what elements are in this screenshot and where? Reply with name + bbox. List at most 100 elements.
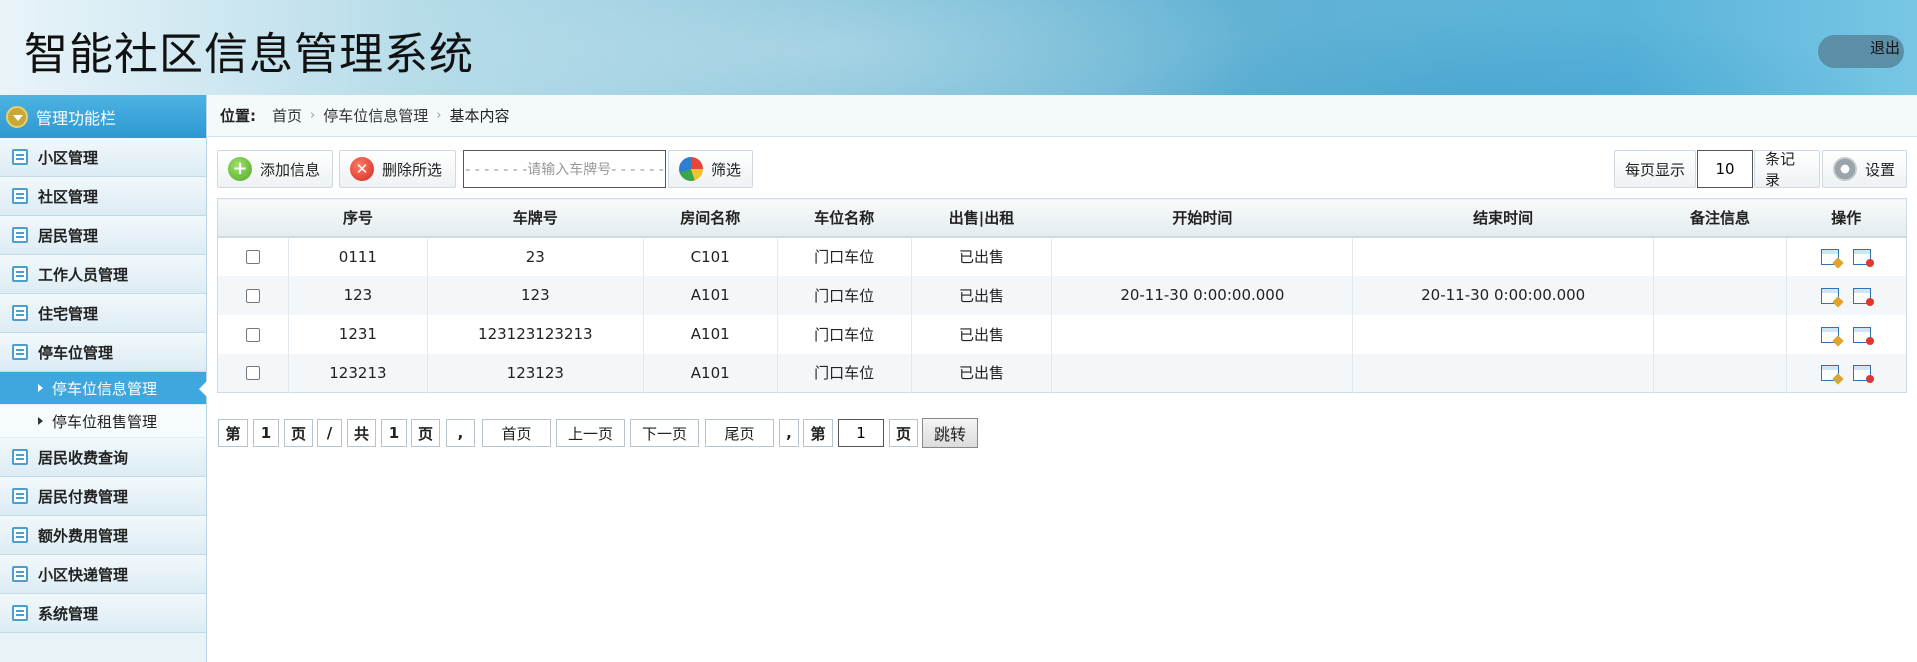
sidebar-item-label: 社区管理 [38,187,99,206]
edit-window-icon[interactable] [1821,365,1840,382]
pager-ye2: 页 [411,419,440,447]
cell-spot: 门口车位 [777,353,912,393]
cell-spot: 门口车位 [777,314,912,354]
plus-circle-icon: + [228,157,252,181]
cell-end [1352,353,1655,393]
per-page-suffix-box: 条记录 [1754,150,1820,189]
cell-room: A101 [643,353,778,393]
sidebar-item-label: 居民付费管理 [38,487,129,506]
collapse-arrow-icon [6,105,28,128]
app-header: 智能社区信息管理系统 退出 [0,0,1917,95]
per-page-prefix: 每页显示 [1625,160,1686,179]
sidebar-subitem-parking-rental[interactable]: 停车位租售管理 [0,405,206,438]
chevron-right-icon: › [436,108,442,123]
cell-note [1653,353,1787,393]
sidebar-item-express[interactable]: 小区快递管理 [0,555,206,594]
delete-window-icon[interactable] [1853,326,1875,345]
calendar-icon [12,266,28,282]
delete-window-icon[interactable] [1853,287,1875,306]
sidebar-item-residents[interactable]: 居民管理 [0,216,206,255]
pager-jump-input[interactable] [838,419,884,447]
row-checkbox[interactable] [245,327,260,342]
cell-room: C101 [643,236,778,276]
per-page-input[interactable] [1697,150,1753,188]
sidebar-item-label: 工作人员管理 [38,265,129,284]
header-note: 备注信息 [1653,198,1787,238]
delete-selected-button[interactable]: ✕ 删除所选 [339,150,456,188]
delete-selected-label: 删除所选 [382,160,443,179]
add-info-button[interactable]: + 添加信息 [217,150,333,188]
sidebar-item-community[interactable]: 社区管理 [0,177,206,216]
sidebar-item-extra-fees[interactable]: 额外费用管理 [0,516,206,555]
sidebar-heading-label: 管理功能栏 [36,108,117,128]
header-status: 出售|出租 [911,198,1052,238]
cell-plate: 23 [427,236,644,276]
breadcrumb-parking-info[interactable]: 停车位信息管理 [323,105,428,126]
header-spot: 车位名称 [777,198,912,238]
header-actions: 操作 [1786,198,1907,238]
cell-start: 20-11-30 0:00:00.000 [1051,275,1354,315]
sidebar-subitem-parking-info[interactable]: 停车位信息管理 [0,372,207,405]
pager-last-button[interactable]: 尾页 [705,419,774,447]
row-checkbox[interactable] [245,250,260,264]
logout-button[interactable]: 退出 [1818,35,1904,68]
row-checkbox[interactable] [245,288,260,303]
sidebar-item-system[interactable]: 系统管理 [0,594,206,633]
cell-plate: 123123 [427,353,644,393]
table-row: 123 123 A101 门口车位 已出售 20-11-30 0:00:00.0… [217,275,1907,315]
pager-prev-button[interactable]: 上一页 [556,419,625,447]
cell-status: 已出售 [911,236,1053,276]
sidebar-heading[interactable]: 管理功能栏 [0,95,206,138]
sidebar: 管理功能栏 小区管理 社区管理 居民管理 工作人员管理 住宅管理 停车位管理 停… [0,95,207,662]
pager-di2: 第 [803,419,833,447]
bullet-arrow-icon [38,384,43,392]
parking-table: 序号 车牌号 房间名称 车位名称 出售|出租 开始时间 结束时间 备注信息 操作… [217,198,1907,393]
delete-window-icon[interactable] [1853,249,1875,267]
cell-id: 1231 [288,314,428,354]
cell-end [1352,236,1655,276]
add-info-label: 添加信息 [260,160,321,179]
sidebar-item-staff[interactable]: 工作人员管理 [0,255,206,294]
calendar-icon [12,488,28,504]
sidebar-item-payment[interactable]: 居民付费管理 [0,477,206,516]
x-circle-icon: ✕ [350,157,374,181]
delete-window-icon[interactable] [1853,365,1875,384]
pager-next-button[interactable]: 下一页 [630,419,699,447]
calendar-icon [12,605,28,621]
pager-first-button[interactable]: 首页 [482,419,551,447]
sidebar-item-housing[interactable]: 住宅管理 [0,294,206,333]
filter-label: 筛选 [711,160,742,179]
sidebar-item-community-area[interactable]: 小区管理 [0,138,206,177]
cell-plate: 123 [427,275,644,315]
gear-icon [1833,157,1857,181]
cell-actions [1786,275,1907,315]
table-header-row: 序号 车牌号 房间名称 车位名称 出售|出租 开始时间 结束时间 备注信息 操作 [217,198,1907,238]
app-title: 智能社区信息管理系统 [24,29,474,80]
breadcrumb-label: 位置: [220,107,256,125]
sidebar-item-parking[interactable]: 停车位管理 [0,333,206,372]
edit-window-icon[interactable] [1821,249,1840,265]
sidebar-item-label: 居民管理 [38,226,99,245]
sidebar-item-fee-query[interactable]: 居民收费查询 [0,438,206,477]
pager-comma2: , [779,419,799,447]
calendar-icon [12,449,28,465]
plate-search-input[interactable]: - - - - - - -请输入车牌号- - - - - - [463,150,666,188]
pager-slash: / [317,419,342,447]
cell-status: 已出售 [911,275,1053,315]
cell-start [1051,314,1354,354]
sidebar-item-label: 小区管理 [38,148,99,167]
breadcrumb-current: 基本内容 [449,107,510,125]
settings-button[interactable]: 设置 [1822,150,1907,188]
settings-label: 设置 [1865,160,1896,179]
edit-window-icon[interactable] [1821,287,1840,304]
filter-button[interactable]: 筛选 [668,150,753,188]
calendar-icon [12,344,28,360]
cell-status: 已出售 [911,314,1053,354]
breadcrumb-home[interactable]: 首页 [272,105,302,126]
pager-ye3: 页 [889,419,918,447]
row-checkbox[interactable] [245,366,260,381]
sidebar-item-label: 系统管理 [38,604,99,623]
pager-jump-button[interactable]: 跳转 [922,418,978,448]
edit-window-icon[interactable] [1821,326,1840,343]
header-id: 序号 [288,198,428,238]
